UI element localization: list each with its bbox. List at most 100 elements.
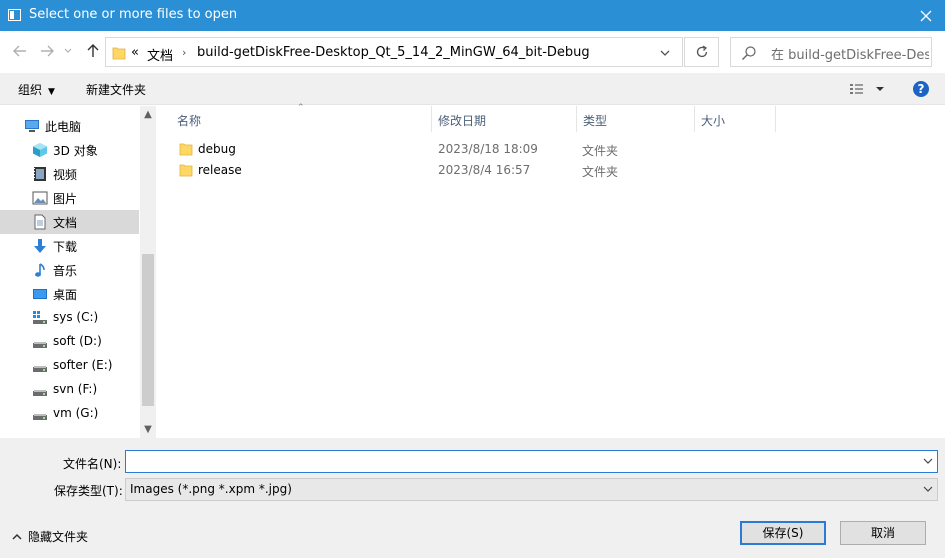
search-box[interactable]: 在 build-getDiskFree-Des... — [730, 37, 932, 67]
pictures-icon — [32, 191, 48, 205]
refresh-button[interactable] — [684, 37, 719, 67]
folder-icon — [179, 164, 193, 177]
nav-item-drive-e[interactable]: softer (E:) — [0, 354, 139, 378]
hide-folders-toggle[interactable]: 隐藏文件夹 — [12, 528, 88, 545]
chevron-down-icon[interactable] — [923, 484, 933, 494]
nav-item-label: softer (E:) — [53, 358, 113, 372]
breadcrumb-separator[interactable]: › — [557, 46, 561, 59]
close-icon — [920, 10, 931, 21]
nav-pane-scrollbar[interactable]: ▲ ▼ — [140, 106, 156, 438]
nav-item-3d-objects[interactable]: 3D 对象 — [0, 138, 139, 162]
filetype-value: Images (*.png *.xpm *.jpg) — [130, 482, 292, 496]
navigation-pane: 此电脑 3D 对象 视频 图片 文档 下载 音乐 桌面 sys (C:) sof… — [0, 106, 156, 438]
nav-item-music[interactable]: 音乐 — [0, 258, 139, 282]
file-name: release — [198, 163, 242, 177]
file-date: 2023/8/4 16:57 — [438, 163, 531, 177]
nav-item-label: 3D 对象 — [53, 144, 98, 158]
chevron-down-icon — [64, 48, 72, 53]
window-icon — [8, 9, 21, 21]
help-button[interactable]: ? — [913, 81, 929, 97]
column-header-type[interactable]: 类型 — [577, 106, 694, 132]
chevron-down-icon[interactable] — [923, 456, 933, 466]
nav-item-label: sys (C:) — [53, 310, 99, 324]
video-icon — [34, 167, 46, 181]
dialog-footer: 文件名(N): 保存类型(T): Images (*.png *.xpm *.j… — [0, 438, 945, 558]
column-header-label: 名称 — [177, 114, 202, 128]
folder-icon — [179, 143, 193, 156]
organize-menu[interactable]: 组织 ▼ — [18, 81, 55, 98]
chevron-down-icon[interactable] — [658, 46, 672, 60]
navigation-bar: « 文档 › build-getDiskFree-Desktop_Qt_5_14… — [0, 31, 945, 73]
music-icon — [35, 263, 45, 277]
view-options-button[interactable] — [848, 81, 888, 97]
file-row[interactable]: debug 2023/8/18 18:09 文件夹 — [171, 139, 931, 160]
search-placeholder: 在 build-getDiskFree-Des... — [771, 48, 929, 63]
nav-item-drive-c[interactable]: sys (C:) — [0, 306, 139, 330]
filename-combobox[interactable] — [125, 450, 938, 473]
column-header-date[interactable]: 修改日期 — [432, 106, 576, 132]
file-type: 文件夹 — [582, 165, 619, 179]
file-row[interactable]: release 2023/8/4 16:57 文件夹 — [171, 160, 931, 181]
desktop-icon — [33, 289, 47, 299]
system-drive-icon — [33, 311, 47, 324]
nav-item-this-pc[interactable]: 此电脑 — [0, 114, 139, 138]
forward-button[interactable] — [37, 41, 57, 61]
chevron-up-icon — [12, 533, 22, 540]
nav-item-label: 文档 — [53, 216, 78, 230]
scroll-up-icon[interactable]: ▲ — [142, 109, 154, 121]
recent-locations-button[interactable] — [61, 41, 75, 61]
nav-item-label: vm (G:) — [53, 406, 99, 420]
scroll-down-icon[interactable]: ▼ — [142, 424, 154, 436]
nav-item-videos[interactable]: 视频 — [0, 162, 139, 186]
nav-item-label: 音乐 — [53, 264, 78, 278]
scrollbar-thumb[interactable] — [142, 254, 154, 406]
nav-item-label: soft (D:) — [53, 334, 102, 348]
search-icon — [742, 46, 756, 60]
details-view-icon — [850, 84, 884, 94]
address-bar[interactable]: « 文档 › build-getDiskFree-Desktop_Qt_5_14… — [105, 37, 683, 67]
filetype-select[interactable]: Images (*.png *.xpm *.jpg) — [125, 478, 938, 501]
breadcrumb-overflow[interactable]: « — [131, 45, 139, 60]
breadcrumb-documents[interactable]: 文档 — [147, 45, 173, 64]
nav-item-label: 下载 — [53, 240, 78, 254]
nav-item-label: 桌面 — [53, 288, 78, 302]
title-bar: Select one or more files to open — [0, 0, 945, 31]
download-icon — [34, 239, 46, 253]
hide-folders-label: 隐藏文件夹 — [28, 530, 89, 544]
nav-item-desktop[interactable]: 桌面 — [0, 282, 139, 306]
drive-icon — [33, 342, 47, 348]
new-folder-button[interactable]: 新建文件夹 — [86, 81, 146, 98]
nav-item-downloads[interactable]: 下载 — [0, 234, 139, 258]
computer-icon — [25, 120, 39, 132]
refresh-icon — [696, 45, 707, 58]
nav-item-documents[interactable]: 文档 — [0, 210, 139, 234]
up-button[interactable] — [83, 41, 103, 61]
back-button[interactable] — [10, 41, 30, 61]
filename-input[interactable] — [128, 453, 918, 470]
filetype-label: 保存类型(T): — [54, 484, 123, 498]
breadcrumb-build-folder[interactable]: build-getDiskFree-Desktop_Qt_5_14_2_MinG… — [197, 45, 590, 60]
breadcrumb-separator[interactable]: › — [182, 46, 186, 59]
save-button[interactable]: 保存(S) — [740, 521, 826, 545]
arrow-left-icon — [13, 45, 26, 57]
nav-item-pictures[interactable]: 图片 — [0, 186, 139, 210]
column-header-size[interactable]: 大小 — [695, 106, 775, 132]
drive-icon — [33, 414, 47, 420]
nav-item-drive-d[interactable]: soft (D:) — [0, 330, 139, 354]
nav-item-drive-g[interactable]: vm (G:) — [0, 402, 139, 426]
column-divider[interactable] — [775, 106, 776, 132]
nav-item-label: svn (F:) — [53, 382, 98, 396]
3d-objects-icon — [33, 143, 47, 157]
nav-item-label: 此电脑 — [45, 120, 82, 134]
column-header-name[interactable]: 名称 — [171, 106, 431, 132]
cancel-button[interactable]: 取消 — [840, 521, 926, 545]
close-button[interactable] — [906, 0, 945, 31]
nav-item-drive-f[interactable]: svn (F:) — [0, 378, 139, 402]
nav-item-label: 图片 — [53, 192, 78, 206]
file-type: 文件夹 — [582, 144, 619, 158]
arrow-right-icon — [41, 45, 54, 57]
column-header-label: 类型 — [583, 114, 608, 128]
drive-icon — [33, 366, 47, 372]
nav-item-label: 视频 — [53, 168, 78, 182]
documents-icon — [34, 214, 46, 230]
